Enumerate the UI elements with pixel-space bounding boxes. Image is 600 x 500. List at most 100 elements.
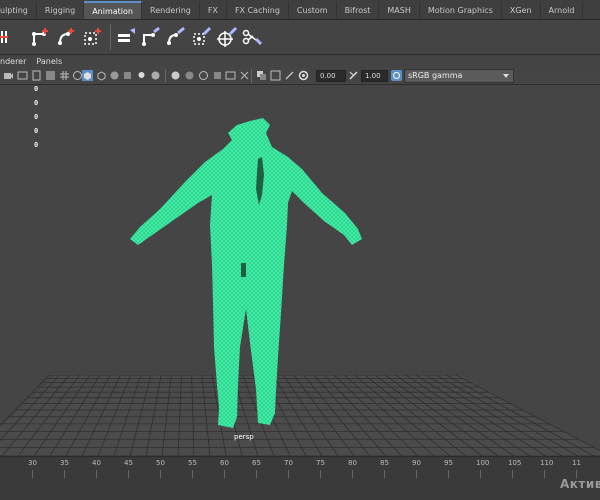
frame-tick-mark [384, 470, 385, 478]
exposure-icon[interactable] [298, 70, 309, 81]
frame-tick-label: 11 [572, 459, 581, 467]
ik-spline-handle-icon[interactable] [140, 26, 162, 48]
frame-tick-label: 90 [412, 459, 421, 467]
shelf-tab-custom[interactable]: Custom [289, 2, 337, 19]
shelf-tab-sculpting[interactable]: ulpting [0, 2, 37, 19]
frame-tick-mark [352, 470, 353, 478]
frame-tick-mark [416, 470, 417, 478]
shelf-tab-rendering[interactable]: Rendering [142, 2, 200, 19]
curve-ik-icon[interactable] [165, 26, 187, 48]
panel-toolbar: 0.00 1.00 sRGB gamma [0, 67, 600, 85]
frame-tick-label: 30 [28, 459, 37, 467]
film-gate-icon[interactable] [239, 70, 250, 81]
frame-tick-label: 35 [60, 459, 69, 467]
gate-mask-icon[interactable] [225, 70, 236, 81]
ground-grid [0, 375, 600, 456]
menu-renderer[interactable]: nderer [0, 57, 26, 66]
shelf-tab-rigging[interactable]: Rigging [37, 2, 85, 19]
frame-tick-mark [320, 470, 321, 478]
motion-blur-icon[interactable] [184, 70, 195, 81]
shelf-tabs: ulpting Rigging Animation Rendering FX F… [0, 0, 600, 20]
grid-icon[interactable] [59, 70, 70, 81]
shelf-tab-motion-graphics[interactable]: Motion Graphics [420, 2, 502, 19]
frame-tick-label: 105 [508, 459, 522, 467]
exposure-field[interactable]: 0.00 [316, 70, 346, 82]
target-constraint-icon[interactable] [216, 26, 238, 48]
frame-tick-label: 50 [156, 459, 165, 467]
multisample-icon[interactable] [198, 70, 209, 81]
frame-tick-mark [192, 470, 193, 478]
shelf-separator [110, 24, 111, 50]
camera-attributes-icon[interactable] [17, 70, 28, 81]
joint-tool-icon[interactable] [0, 26, 22, 48]
viewport-canvas [0, 118, 600, 456]
frame-tick-label: 65 [252, 459, 261, 467]
wireframe-on-shaded-icon[interactable] [96, 70, 107, 81]
shelf-tab-xgen[interactable]: XGen [502, 2, 541, 19]
frame-tick-mark [544, 470, 545, 478]
shelf-tab-mash[interactable]: MASH [379, 2, 420, 19]
frame-tick-label: 75 [316, 459, 325, 467]
animation-shelf [0, 20, 600, 55]
frame-tick-label: 100 [476, 459, 490, 467]
frame-tick-mark [224, 470, 225, 478]
textured-icon[interactable] [109, 70, 120, 81]
view-transform-icon[interactable] [391, 70, 402, 81]
frame-tick-label: 95 [444, 459, 453, 467]
time-slider[interactable]: 30 35 40 45 50 55 60 65 70 75 80 85 90 95 100 105 110 11 … [0, 456, 600, 500]
shelf-tab-fx[interactable]: FX [200, 2, 227, 19]
color-space-label: sRGB gamma [408, 71, 463, 80]
frame-tick-label: 55 [188, 459, 197, 467]
frame-tick-mark [480, 470, 481, 478]
shelf-tab-fx-caching[interactable]: FX Caching [227, 2, 289, 19]
toolbar-separator [165, 69, 166, 83]
frame-tick-mark [256, 470, 257, 478]
frame-tick-label: 40 [92, 459, 101, 467]
frame-tick-mark [512, 470, 513, 478]
xray-icon[interactable] [270, 70, 281, 81]
frame-tick-mark [64, 470, 65, 478]
frame-tick-label: 80 [348, 459, 357, 467]
frame-tick-mark [96, 470, 97, 478]
shadows-icon[interactable] [150, 70, 161, 81]
frame-tick-label: 60 [220, 459, 229, 467]
use-all-lights-icon[interactable] [136, 70, 147, 81]
isolate-select-icon[interactable] [256, 70, 267, 81]
ambient-occlusion-icon[interactable] [170, 70, 181, 81]
camera-icon[interactable] [3, 70, 14, 81]
watermark-text: Активa [560, 477, 600, 491]
scissors-icon[interactable] [241, 26, 263, 48]
shelf-tab-bifrost[interactable]: Bifrost [337, 2, 380, 19]
frame-tick-mark [32, 470, 33, 478]
frame-tick-mark [288, 470, 289, 478]
frame-tick-mark [448, 470, 449, 478]
gamma-field[interactable]: 1.00 [361, 70, 388, 82]
depth-of-field-icon[interactable] [212, 70, 223, 81]
camera-name-label: persp [234, 433, 254, 441]
toolbar-separator [251, 69, 252, 83]
smooth-shade-icon[interactable] [82, 70, 93, 81]
frame-tick-label: 45 [124, 459, 133, 467]
image-plane-icon[interactable] [45, 70, 56, 81]
bind-skin-icon[interactable] [82, 26, 104, 48]
bookmark-icon[interactable] [31, 70, 42, 81]
shelf-tab-arnold[interactable]: Arnold [541, 2, 584, 19]
panel-menu-bar: nderer Panels [0, 55, 600, 67]
paint-weights-icon[interactable] [191, 26, 213, 48]
create-ik-icon[interactable] [116, 26, 138, 48]
ik-handle-icon[interactable] [30, 26, 52, 48]
perspective-viewport[interactable]: 0 0 0 0 0 persp [0, 85, 600, 456]
shelf-tab-animation[interactable]: Animation [84, 1, 142, 19]
lights-icon[interactable] [122, 70, 133, 81]
spline-ik-icon[interactable] [56, 26, 78, 48]
frame-tick-label: 70 [284, 459, 293, 467]
seam-detail [241, 263, 246, 277]
chevron-down-icon [503, 74, 509, 78]
color-space-dropdown[interactable]: sRGB gamma [404, 69, 514, 83]
frame-tick-label: 85 [380, 459, 389, 467]
xray-joints-icon[interactable] [284, 70, 295, 81]
frame-tick-mark [160, 470, 161, 478]
gamma-icon[interactable] [348, 70, 359, 81]
frame-tick-mark [128, 470, 129, 478]
menu-panels[interactable]: Panels [36, 57, 62, 66]
